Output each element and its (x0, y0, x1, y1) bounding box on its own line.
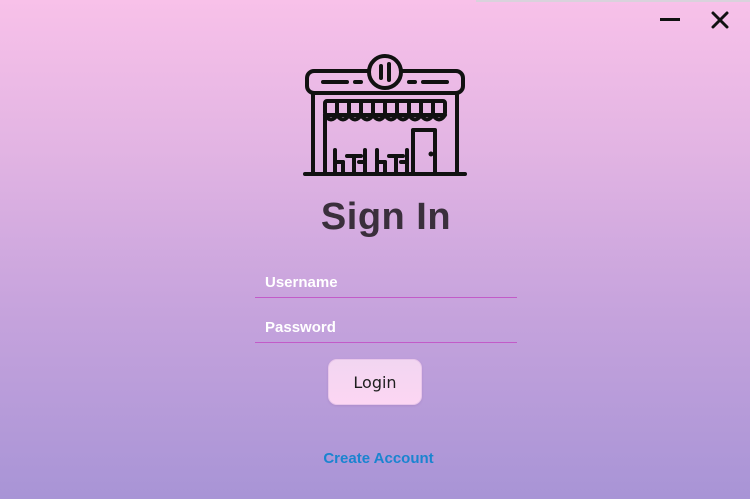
close-button[interactable] (708, 8, 732, 32)
window-top-strip (476, 0, 750, 2)
close-icon (711, 11, 729, 29)
minimize-icon (660, 18, 680, 21)
password-input[interactable] (255, 313, 517, 343)
username-input[interactable] (255, 268, 517, 298)
page-title: Sign In (320, 196, 452, 238)
create-account-link[interactable]: Create Account (0, 450, 750, 467)
store-front-icon (303, 54, 467, 176)
login-button[interactable]: Login (328, 359, 422, 405)
minimize-button[interactable] (658, 8, 682, 32)
login-window: Sign In Login Create Account (0, 0, 750, 499)
